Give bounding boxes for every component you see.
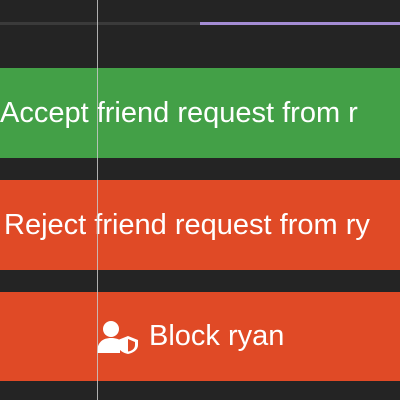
reject-friend-request-button[interactable]: Reject friend request from ry xyxy=(0,180,400,270)
accept-button-label: Accept friend request from r xyxy=(0,96,358,129)
action-dialog: Accept friend request from r Reject frie… xyxy=(0,0,400,400)
block-user-button[interactable]: Block ryan xyxy=(0,292,400,381)
reject-button-label: Reject friend request from ry xyxy=(4,208,370,241)
progress-fill xyxy=(200,22,400,25)
block-button-label: Block ryan xyxy=(149,320,285,352)
cursor-guide-line xyxy=(97,0,98,400)
progress-track xyxy=(0,22,400,25)
accept-friend-request-button[interactable]: Accept friend request from r xyxy=(0,68,400,158)
user-shield-icon xyxy=(97,320,139,354)
